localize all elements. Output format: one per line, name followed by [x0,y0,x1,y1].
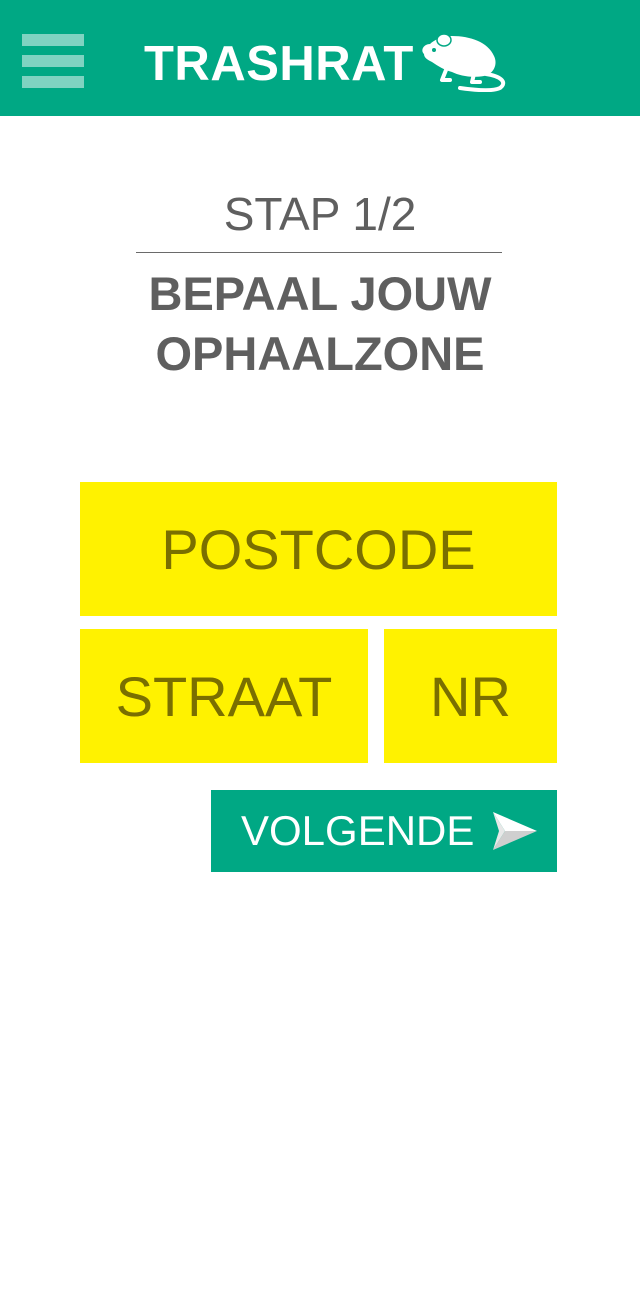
next-button-label: VOLGENDE [241,807,475,854]
street-input[interactable] [80,629,368,763]
postcode-input[interactable] [80,482,557,616]
page-title: BEPAAL JOUW OPHAALZONE [0,264,640,384]
app-screen: TRASHRAT STAP 1/2 BEPAAL JOUW OPHAALZONE… [0,0,640,1300]
heading-divider [136,252,502,253]
send-arrow-icon [493,812,537,850]
app-header: TRASHRAT [0,0,640,116]
page-title-line-1: BEPAAL JOUW [148,267,492,320]
app-title: TRASHRAT [144,37,414,91]
menu-bar-top [22,34,84,46]
step-indicator: STAP 1/2 [223,188,417,240]
menu-bar-middle [22,55,84,67]
rat-icon [422,33,506,92]
page-title-line-2: OPHAALZONE [155,327,485,380]
next-button[interactable]: VOLGENDE [211,790,557,872]
menu-bar-bottom [22,76,84,88]
house-number-input[interactable] [384,629,557,763]
hamburger-menu-icon[interactable] [22,34,84,88]
